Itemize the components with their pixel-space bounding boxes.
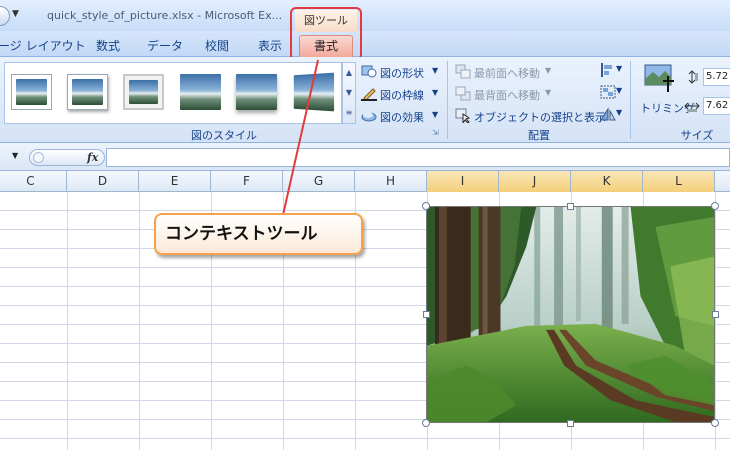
bring-to-front-button[interactable]: 最前面へ移動 ▼ xyxy=(455,62,595,82)
forest-picture[interactable] xyxy=(426,206,715,423)
tab-page-layout[interactable]: ージ レイアウト xyxy=(0,37,86,54)
gallery-down-icon[interactable]: ▼ xyxy=(343,83,355,103)
style-thumbnail[interactable] xyxy=(180,74,221,110)
send-back-icon xyxy=(455,86,471,101)
formula-input[interactable] xyxy=(106,148,730,167)
crop-button[interactable]: トリミング xyxy=(640,61,695,119)
width-icon xyxy=(684,102,700,112)
dropdown-arrow-icon: ▼ xyxy=(432,88,439,97)
height-input[interactable]: 5.72 xyxy=(703,68,730,86)
size-group-label: サイズ xyxy=(680,129,714,142)
style-thumbnail[interactable] xyxy=(11,74,52,110)
effects-icon xyxy=(361,112,377,122)
tab-data[interactable]: データ xyxy=(147,37,183,54)
style-thumbnail[interactable] xyxy=(123,74,164,110)
tab-review[interactable]: 校閲 xyxy=(205,37,229,54)
picture-border-button[interactable]: 図の枠線 ▼ xyxy=(361,84,446,104)
resize-handle-bottom-right[interactable] xyxy=(711,419,719,427)
column-header[interactable]: L xyxy=(643,171,715,192)
dialog-launcher-icon[interactable]: ⇲ xyxy=(432,128,439,137)
excel-window: ▼ quick_style_of_picture.xlsx - Microsof… xyxy=(0,0,730,450)
column-header[interactable]: E xyxy=(139,171,211,192)
ribbon-tab-row: ージ レイアウト 数式 データ 校閲 表示 xyxy=(0,31,730,57)
picture-shape-button[interactable]: 図の形状 ▼ xyxy=(361,62,446,82)
resize-handle-right[interactable] xyxy=(712,311,719,318)
selection-pane-button[interactable]: オブジェクトの選択と表示 xyxy=(455,106,606,126)
column-header-partial[interactable] xyxy=(715,171,730,192)
rotate-button[interactable]: ▼ xyxy=(600,107,624,123)
rotate-icon xyxy=(600,107,616,121)
resize-handle-top[interactable] xyxy=(567,203,574,210)
picture-styles-group-label: 図のスタイル xyxy=(191,129,257,142)
bring-front-icon xyxy=(455,64,471,79)
title-bar: ▼ quick_style_of_picture.xlsx - Microsof… xyxy=(0,0,730,31)
arrange-group-label: 配置 xyxy=(528,129,550,142)
group-separator xyxy=(630,61,631,139)
shape-icon xyxy=(361,65,377,78)
dropdown-arrow-icon: ▼ xyxy=(616,108,623,117)
quick-access-dropdown-icon[interactable]: ▼ xyxy=(12,9,19,19)
dropdown-arrow-icon: ▼ xyxy=(432,66,439,75)
column-header[interactable]: D xyxy=(67,171,139,192)
column-header[interactable]: K xyxy=(571,171,643,192)
annotation-highlight-box xyxy=(290,7,362,61)
align-button[interactable]: ▼ xyxy=(600,63,624,79)
name-box-dropdown-icon[interactable]: ▼ xyxy=(12,151,18,160)
group-objects-icon xyxy=(600,85,616,99)
office-button[interactable] xyxy=(0,6,10,26)
dropdown-arrow-icon: ▼ xyxy=(545,66,552,75)
pencil-border-icon xyxy=(361,88,377,101)
column-header[interactable]: I xyxy=(427,171,499,192)
name-box-handle-icon[interactable] xyxy=(33,152,44,163)
tab-view[interactable]: 表示 xyxy=(258,37,282,54)
formula-bar: ▼ fx xyxy=(0,143,730,171)
style-thumbnail[interactable] xyxy=(67,74,108,110)
gallery-more-icon[interactable]: ≡ xyxy=(343,103,355,123)
insert-function-button[interactable]: fx xyxy=(87,151,98,164)
style-thumbnail[interactable] xyxy=(236,74,277,110)
gallery-scrollbar: ▲ ▼ ≡ xyxy=(342,62,356,124)
column-header[interactable]: C xyxy=(0,171,67,192)
window-title: quick_style_of_picture.xlsx - Microsoft … xyxy=(47,9,283,22)
resize-handle-top-right[interactable] xyxy=(711,202,719,210)
send-to-back-button[interactable]: 最背面へ移動 ▼ xyxy=(455,84,595,104)
column-header[interactable]: H xyxy=(355,171,427,192)
formula-buttons: fx xyxy=(29,149,105,166)
resize-handle-left[interactable] xyxy=(423,311,430,318)
picture-effects-button[interactable]: 図の効果 ▼ xyxy=(361,106,446,126)
width-input[interactable]: 7.62 xyxy=(703,97,730,115)
dropdown-arrow-icon: ▼ xyxy=(432,110,439,119)
crop-icon xyxy=(644,64,674,92)
column-header[interactable]: J xyxy=(499,171,571,192)
selection-pane-icon xyxy=(455,108,471,123)
annotation-callout: コンテキストツール xyxy=(154,213,363,255)
align-icon xyxy=(601,63,612,77)
resize-handle-bottom[interactable] xyxy=(567,420,574,427)
group-button[interactable]: ▼ xyxy=(600,85,624,101)
style-thumbnail[interactable] xyxy=(293,72,335,112)
tab-formulas[interactable]: 数式 xyxy=(96,37,120,54)
group-separator xyxy=(447,61,448,139)
dropdown-arrow-icon: ▼ xyxy=(616,86,623,95)
resize-handle-top-left[interactable] xyxy=(422,202,430,210)
dropdown-arrow-icon: ▼ xyxy=(616,64,623,73)
column-header[interactable]: F xyxy=(211,171,283,192)
column-headers: C D E F G H I J K L xyxy=(0,171,730,192)
column-header[interactable]: G xyxy=(283,171,355,192)
dropdown-arrow-icon: ▼ xyxy=(545,88,552,97)
ribbon: ▲ ▼ ≡ 図の形状 ▼ 図の枠線 ▼ 図の効果 ▼ 図のスタイル ⇲ 最前面へ… xyxy=(0,57,730,143)
picture-style-gallery[interactable] xyxy=(4,62,342,124)
resize-handle-bottom-left[interactable] xyxy=(422,419,430,427)
gallery-up-icon[interactable]: ▲ xyxy=(343,63,355,83)
height-icon xyxy=(688,70,698,84)
